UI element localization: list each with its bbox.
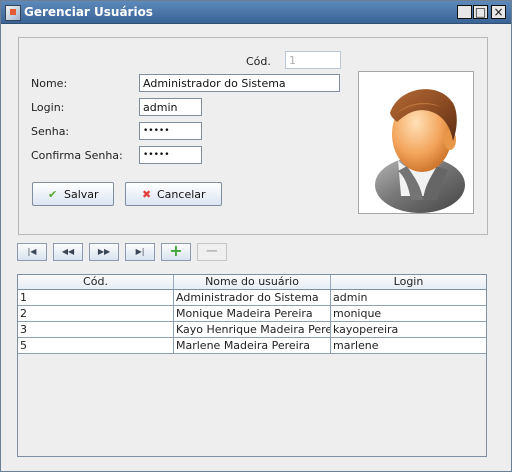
table-row[interactable]: 5 Marlene Madeira Pereira marlene	[18, 338, 486, 354]
user-management-window: Gerenciar Usuários _ □ × Cód. 1 Nome: Ad…	[0, 0, 512, 472]
close-button[interactable]: ×	[491, 5, 506, 19]
first-record-button[interactable]: |◀	[17, 243, 47, 261]
column-header-nome[interactable]: Nome do usuário	[174, 275, 331, 289]
table-header: Cód. Nome do usuário Login	[18, 275, 486, 290]
table-cell-login: marlene	[333, 339, 379, 352]
confirma-senha-label: Confirma Senha:	[31, 149, 123, 162]
table-cell-cod: 1	[18, 290, 174, 305]
x-mark-icon: ✖	[142, 188, 152, 201]
nome-label: Nome:	[31, 77, 68, 90]
confirma-senha-field[interactable]: •••••	[139, 146, 202, 164]
table-cell-nome: Administrador do Sistema	[174, 290, 331, 305]
login-field[interactable]: admin	[139, 98, 202, 116]
next-record-button[interactable]: ▶▶	[89, 243, 119, 261]
user-avatar-icon	[375, 89, 465, 213]
previous-record-button[interactable]: ◀◀	[53, 243, 83, 261]
minimize-button[interactable]: _	[457, 5, 472, 19]
table-row[interactable]: 1 Administrador do Sistema admin	[18, 290, 486, 306]
cancelar-button[interactable]: ✖ Cancelar	[125, 182, 222, 206]
users-table: Cód. Nome do usuário Login 1 Administrad…	[17, 274, 487, 457]
table-row[interactable]: 3 Kayo Henrique Madeira Pereira kayopere…	[18, 322, 486, 338]
table-cell-login: admin	[333, 291, 368, 304]
table-cell-nome: Kayo Henrique Madeira Pereira	[176, 322, 331, 337]
last-record-button[interactable]: ▶|	[125, 243, 155, 261]
table-cell-nome: Monique Madeira Pereira	[174, 306, 331, 321]
app-icon	[5, 5, 21, 21]
window-title: Gerenciar Usuários	[24, 5, 153, 19]
column-header-login[interactable]: Login	[331, 275, 486, 289]
salvar-button[interactable]: ✔ Salvar	[32, 182, 114, 206]
maximize-button[interactable]: □	[473, 5, 488, 19]
table-cell-cod: 3	[18, 322, 174, 337]
table-cell-login: monique	[333, 307, 382, 320]
table-row[interactable]: 2 Monique Madeira Pereira monique	[18, 306, 486, 322]
table-cell-cod: 2	[18, 306, 174, 321]
check-icon: ✔	[48, 188, 58, 201]
cancelar-button-label: Cancelar	[157, 188, 206, 201]
login-label: Login:	[31, 101, 65, 114]
table-cell-nome: Marlene Madeira Pereira	[174, 338, 331, 353]
title-bar[interactable]: Gerenciar Usuários _ □ ×	[1, 1, 511, 24]
user-photo	[358, 71, 474, 214]
senha-field[interactable]: •••••	[139, 122, 202, 140]
remove-user-button: −	[197, 243, 227, 261]
salvar-button-label: Salvar	[64, 188, 99, 201]
cod-label: Cód.	[246, 55, 271, 68]
table-cell-login: kayopereira	[333, 323, 399, 336]
nome-field[interactable]: Administrador do Sistema	[139, 74, 340, 92]
add-user-button[interactable]: +	[161, 243, 191, 261]
table-cell-cod: 5	[18, 338, 174, 353]
cod-field: 1	[285, 51, 341, 69]
senha-label: Senha:	[31, 125, 70, 138]
column-header-cod[interactable]: Cód.	[18, 275, 174, 289]
